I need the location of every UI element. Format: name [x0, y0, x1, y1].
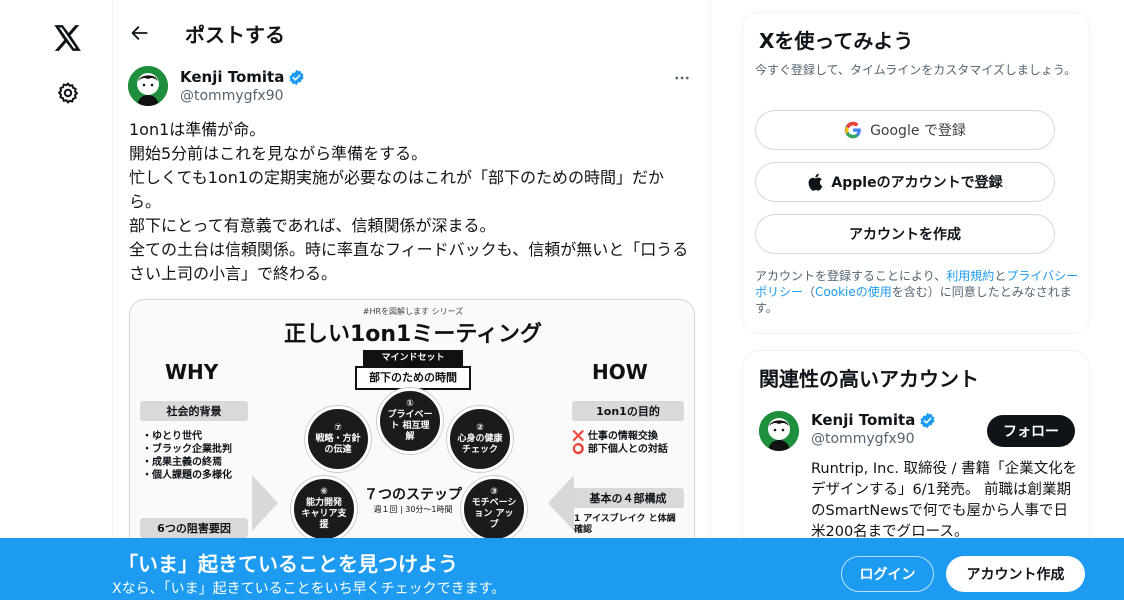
related-title: 関連性の高いアカウント [759, 367, 979, 391]
terms-link[interactable]: 利用規約 [946, 269, 994, 283]
post-image[interactable]: #HRを図解します シリーズ 正しい1on1ミーティング マインドセット 部下の… [129, 299, 695, 579]
signup-subtitle: 今すぐ登録して、タイムラインをカスタマイズしましょう。 [755, 63, 1077, 77]
create-account-label: アカウントを作成 [849, 227, 961, 243]
post-text: 1on1は準備が命。 開始5分前はこれを見ながら準備をする。 忙しくても1on1… [129, 120, 689, 283]
how-heading: HOW [592, 360, 648, 384]
follow-button[interactable]: フォロー [987, 415, 1075, 447]
signup-title: Xを使ってみよう [759, 29, 914, 53]
avatar[interactable] [759, 411, 799, 451]
create-account-button[interactable]: アカウントを作成 [755, 214, 1055, 254]
how-list: ❌ 仕事の情報交換 ⭕ 部下個人との対話 [572, 431, 668, 455]
mindset-value: 部下のための時間 [355, 366, 471, 390]
step-circle-2: ② 心身の健康 チェック [447, 406, 513, 472]
step-circle-1: ① プライベート 相互理解 [377, 388, 443, 454]
how-item: 1 アイスブレイク と体調確認 [574, 514, 676, 535]
more-options-icon[interactable] [670, 66, 694, 90]
why-box-factors: 6つの阻害要因 [140, 518, 248, 538]
apple-signup-label: Appleのアカウントで登録 [831, 175, 1003, 191]
banner-subtitle: Xなら、「いま」起きていることをいち早くチェックできます。 [112, 581, 506, 597]
step-circle-7: ⑦ 戦略・方針 の伝達 [305, 406, 371, 472]
step-circle-6: ⑥ 能力開発 キャリア支援 [291, 476, 357, 542]
related-accounts-card: 関連性の高いアカウント Kenji Tomita @tommygfx90 フォロ… [742, 350, 1090, 550]
cookie-link[interactable]: Cookieの使用 [815, 285, 892, 299]
verified-badge-icon [289, 69, 304, 85]
terms-text: アカウントを登録することにより、利用規約とプライバシーポリシー（Cookieの使… [755, 269, 1079, 315]
how-box-purpose: 1on1の目的 [572, 401, 684, 421]
why-box-social: 社会的背景 [140, 401, 248, 421]
why-heading: WHY [165, 360, 219, 384]
apple-signup-button[interactable]: Appleのアカウントで登録 [755, 162, 1055, 202]
banner-title: 「いま」起きていることを見つけよう [118, 552, 458, 576]
how-box-structure: 基本の４部構成 [572, 488, 684, 508]
signup-button[interactable]: アカウント作成 [946, 556, 1085, 592]
mindset-label: マインドセット [363, 350, 463, 366]
related-handle[interactable]: @tommygfx90 [811, 431, 936, 447]
gear-icon[interactable] [53, 78, 83, 108]
why-list: ・ゆとり世代 ・ブラック企業批判 ・成果主義の終焉 ・個人課題の多様化 [142, 431, 232, 481]
steps-sub: 週１回 | 30分〜1時間 [373, 505, 453, 514]
verified-badge-icon [920, 412, 935, 428]
author-handle[interactable]: @tommygfx90 [180, 88, 305, 104]
signup-card: Xを使ってみよう 今すぐ登録して、タイムラインをカスタマイズしましょう。 Goo… [742, 12, 1090, 334]
steps-title: ７つのステップ [364, 487, 462, 503]
page-title: ポストする [185, 22, 285, 47]
arrow-right-decor [252, 475, 278, 531]
google-signup-label: Google で登録 [870, 123, 966, 139]
avatar[interactable] [128, 66, 168, 106]
main-column: ポストする Kenji Tomita @tommygfx90 1on1は準備が命… [112, 0, 711, 600]
x-logo-icon[interactable] [50, 20, 86, 56]
header: ポストする [113, 0, 710, 66]
login-button[interactable]: ログイン [841, 556, 934, 592]
signup-banner: 「いま」起きていることを見つけよう Xなら、「いま」起きていることをいち早くチェ… [0, 538, 1124, 600]
post-author: Kenji Tomita @tommygfx90 [128, 64, 694, 108]
related-name[interactable]: Kenji Tomita [811, 411, 915, 429]
left-nav [0, 0, 112, 600]
arrow-left-decor [548, 475, 574, 531]
google-icon [844, 121, 862, 139]
infographic-title: 正しい1on1ミーティング [283, 322, 543, 347]
apple-icon [807, 173, 823, 191]
author-name[interactable]: Kenji Tomita [180, 68, 284, 86]
related-bio: Runtrip, Inc. 取締役 / 書籍「企業文化をデザインする」6/1発売… [811, 461, 1078, 540]
back-arrow-icon[interactable] [125, 18, 155, 48]
google-signup-button[interactable]: Google で登録 [755, 110, 1055, 150]
